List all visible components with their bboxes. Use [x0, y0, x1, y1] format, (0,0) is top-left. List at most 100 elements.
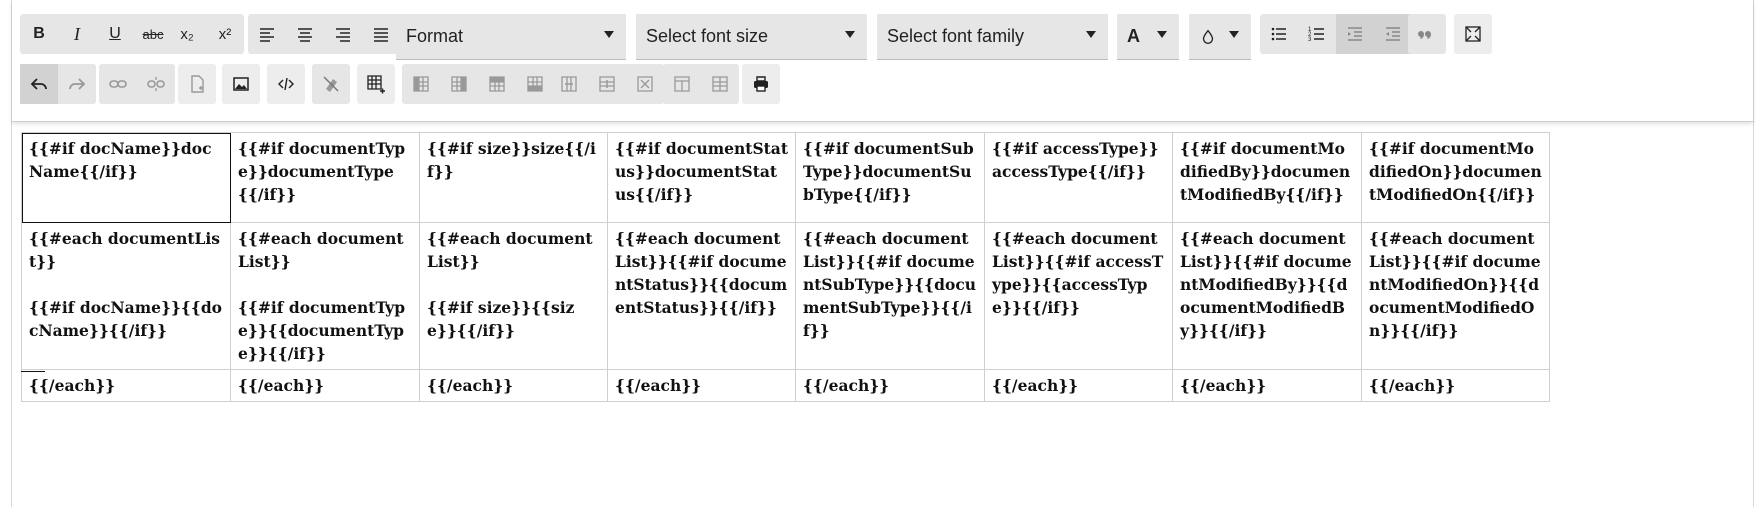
- align-left-button[interactable]: [248, 14, 286, 54]
- text-color-select[interactable]: A: [1117, 14, 1179, 60]
- print-button[interactable]: [742, 64, 780, 104]
- indent-icon: [1386, 27, 1400, 41]
- superscript-button[interactable]: x²: [206, 14, 244, 54]
- file-group: [178, 64, 216, 104]
- insert-image-button[interactable]: [222, 64, 260, 104]
- format-select[interactable]: Format: [396, 14, 626, 60]
- insert-row-above-button[interactable]: [478, 64, 516, 104]
- table-cell[interactable]: {{#if documentStatus}}documentStatus{{/i…: [607, 132, 796, 223]
- format-select-label: Format: [406, 26, 464, 46]
- align-right-button[interactable]: [324, 14, 362, 54]
- print-group: [742, 64, 780, 104]
- table-cell[interactable]: {{#if documentModifiedBy}}documentModifi…: [1172, 132, 1362, 223]
- table-cell[interactable]: {{#if size}}size{{/if}}: [419, 132, 608, 223]
- delete-cell-button[interactable]: [626, 64, 664, 104]
- insert-column-after-icon: [451, 76, 467, 92]
- table-cell[interactable]: {{/each}}: [1361, 369, 1550, 402]
- font-family-select[interactable]: Select font family: [877, 14, 1108, 60]
- split-column-button[interactable]: [663, 64, 701, 104]
- font-family-select-label: Select font family: [887, 26, 1025, 46]
- table-cell[interactable]: {{#if documentModifiedOn}}documentModifi…: [1361, 132, 1550, 223]
- table-cell[interactable]: {{#if documentType}}documentType{{/if}}: [230, 132, 420, 223]
- numbered-list-button[interactable]: 123: [1298, 14, 1336, 54]
- bold-button[interactable]: B: [20, 14, 58, 54]
- table-row: {{#if docName}}docName{{/if}} {{#if docu…: [21, 132, 1550, 223]
- table-row: {{#each documentList}} {{#if docName}}{{…: [21, 222, 1550, 370]
- font-size-select[interactable]: Select font size: [636, 14, 867, 60]
- undo-button[interactable]: [20, 64, 58, 104]
- chevron-down-icon: [1157, 31, 1167, 38]
- table-cell[interactable]: {{#if accessType}}accessType{{/if}}: [984, 132, 1173, 223]
- insert-row-below-button[interactable]: [516, 64, 554, 104]
- merge-columns-button[interactable]: [550, 64, 588, 104]
- table-cell[interactable]: {{#each documentList}}{{#if documentModi…: [1172, 222, 1362, 370]
- list-group: 123: [1260, 14, 1412, 54]
- cell-merge-group: [550, 64, 664, 104]
- underline-button[interactable]: U: [96, 14, 134, 54]
- text-cursor: [21, 371, 45, 372]
- source-code-button[interactable]: [267, 64, 305, 104]
- merge-rows-button[interactable]: [588, 64, 626, 104]
- justify-button[interactable]: [362, 14, 400, 54]
- unlink-button[interactable]: [137, 64, 175, 104]
- subscript-button[interactable]: x₂: [168, 14, 206, 54]
- table-cell[interactable]: {{#each documentList}}{{#if documentSubT…: [795, 222, 985, 370]
- clear-format-button[interactable]: [312, 64, 350, 104]
- table-edit-group: [402, 64, 554, 104]
- split-column-icon: [674, 76, 690, 92]
- insert-column-after-button[interactable]: [440, 64, 478, 104]
- insert-row-below-icon: [527, 76, 543, 92]
- table-cell[interactable]: {{#each documentList}} {{#if documentTyp…: [230, 222, 420, 370]
- table-cell[interactable]: {{#each documentList}}{{#if documentModi…: [1361, 222, 1550, 370]
- align-center-button[interactable]: [286, 14, 324, 54]
- insert-table-button[interactable]: [357, 64, 395, 104]
- chevron-down-icon: [604, 31, 614, 38]
- unlink-icon: [147, 77, 165, 91]
- table-cell[interactable]: {{#each documentList}} {{#if size}}{{siz…: [419, 222, 608, 370]
- fullscreen-button[interactable]: [1454, 14, 1492, 54]
- alignment-group: [248, 14, 400, 54]
- strikethrough-button[interactable]: abc: [134, 14, 172, 54]
- blockquote-button[interactable]: [1408, 14, 1446, 54]
- table-cell[interactable]: {{/each}}: [607, 369, 796, 402]
- table-cell[interactable]: {{/each}}: [795, 369, 985, 402]
- redo-button[interactable]: [58, 64, 96, 104]
- undo-icon: [30, 78, 47, 90]
- text-color-icon: A: [1127, 26, 1140, 46]
- blockquote-icon: [1418, 31, 1431, 39]
- chevron-down-icon: [845, 31, 855, 38]
- split-row-button[interactable]: [701, 64, 739, 104]
- insert-image-icon: [233, 77, 249, 91]
- template-table[interactable]: {{#if docName}}docName{{/if}} {{#if docu…: [21, 132, 1550, 402]
- table-cell[interactable]: {{#each documentList}}{{#if accessType}}…: [984, 222, 1173, 370]
- merge-columns-icon: [561, 76, 577, 92]
- table-cell[interactable]: {{#each documentList}} {{#if docName}}{{…: [21, 222, 231, 370]
- editor-content[interactable]: {{#if docName}}docName{{/if}} {{#if docu…: [12, 122, 1753, 507]
- bullet-list-button[interactable]: [1260, 14, 1298, 54]
- script-group: x₂ x²: [168, 14, 244, 54]
- insert-column-before-button[interactable]: [402, 64, 440, 104]
- indent-button[interactable]: [1374, 14, 1412, 54]
- table-cell[interactable]: {{/each}}: [984, 369, 1173, 402]
- table-cell[interactable]: {{/each}}: [230, 369, 420, 402]
- table-cell[interactable]: {{/each}}: [21, 369, 231, 402]
- table-cell[interactable]: {{/each}}: [1172, 369, 1362, 402]
- fullscreen-icon: [1465, 26, 1481, 42]
- source-code-icon: [278, 77, 294, 91]
- insert-row-above-icon: [489, 76, 505, 92]
- table-cell[interactable]: {{#if documentSubType}}documentSubType{{…: [795, 132, 985, 223]
- italic-button[interactable]: I: [58, 14, 96, 54]
- text-style-group: B I U abc: [20, 14, 172, 54]
- insert-file-button[interactable]: [178, 64, 216, 104]
- highlight-color-select[interactable]: [1189, 14, 1251, 60]
- justify-icon: [374, 28, 388, 42]
- table-cell[interactable]: {{/each}}: [419, 369, 608, 402]
- align-center-icon: [298, 28, 312, 42]
- outdent-button[interactable]: [1336, 14, 1374, 54]
- link-button[interactable]: [99, 64, 137, 104]
- table-cell[interactable]: {{#each documentList}}{{#if documentStat…: [607, 222, 796, 370]
- table-cell[interactable]: {{#if docName}}docName{{/if}}: [21, 132, 231, 223]
- chevron-down-icon: [1086, 31, 1096, 38]
- link-group: [99, 64, 175, 104]
- cell-split-group: [663, 64, 739, 104]
